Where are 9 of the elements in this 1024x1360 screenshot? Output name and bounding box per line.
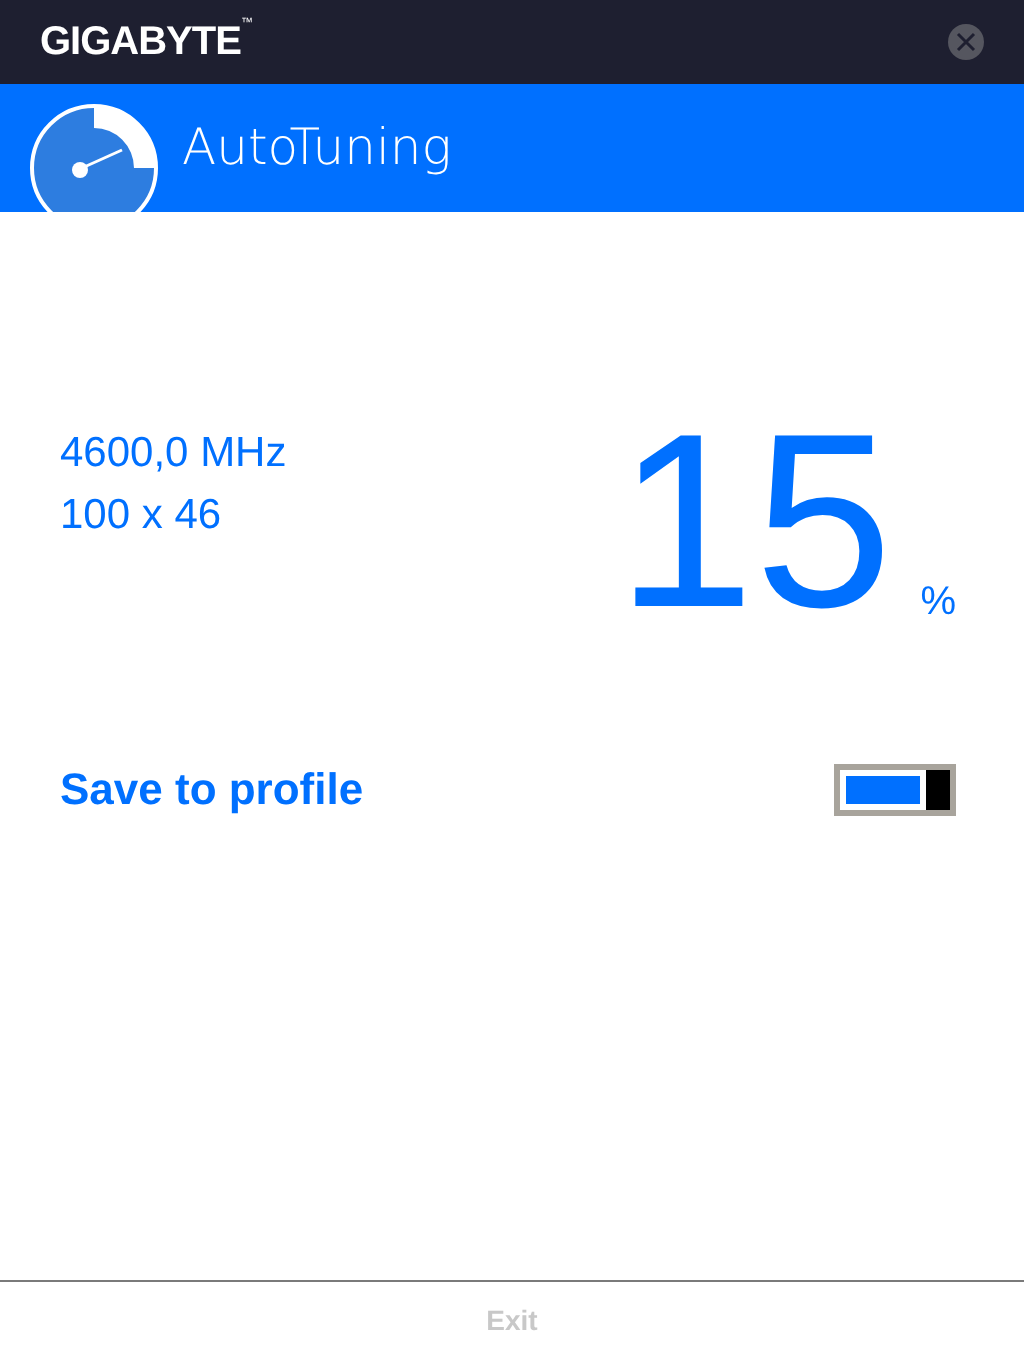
percent-unit: % [920,578,956,628]
save-profile-toggle[interactable] [834,763,956,815]
gauge-icon [30,104,162,212]
header-title: AutoTuning [182,116,452,181]
close-icon [956,32,976,52]
save-profile-label: Save to profile [60,762,364,818]
reading-text: 4600,0 MHz [60,428,287,480]
reading-text: 100 x 46 [60,490,224,542]
percent-value: 15 [616,412,893,632]
